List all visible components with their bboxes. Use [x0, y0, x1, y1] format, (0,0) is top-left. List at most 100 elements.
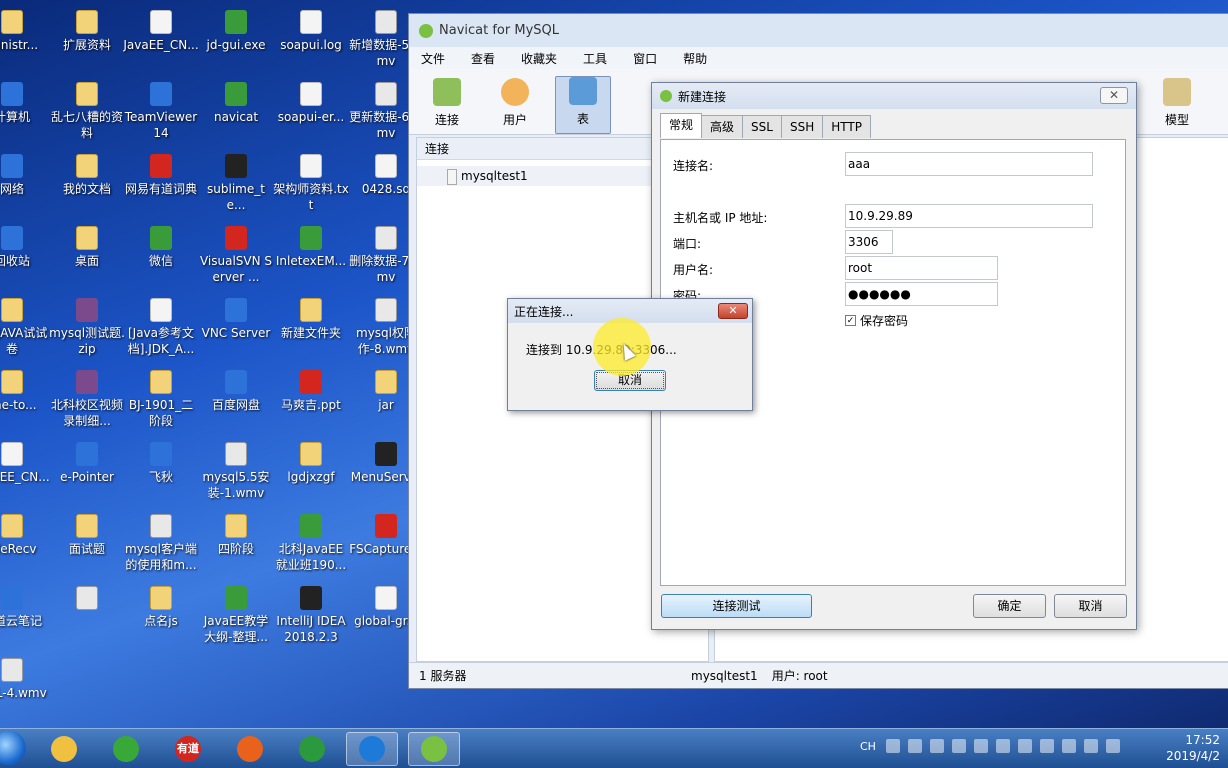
- cancel-button[interactable]: 取消: [1054, 594, 1127, 618]
- save-password-checkbox[interactable]: ✓ 保存密码: [845, 312, 908, 329]
- desktop-icon[interactable]: 点名js: [123, 580, 199, 650]
- desktop-icon[interactable]: navicat: [198, 76, 274, 146]
- start-button[interactable]: [0, 731, 26, 765]
- taskbar-app-button[interactable]: [346, 732, 398, 766]
- desktop-icon[interactable]: 四阶段: [198, 508, 274, 578]
- chevron-up-icon[interactable]: [951, 739, 966, 753]
- menu-view[interactable]: 查看: [471, 50, 495, 67]
- desktop-icon[interactable]: che-to...: [0, 364, 50, 434]
- tab-ssl[interactable]: SSL: [742, 115, 782, 138]
- desktop-icon[interactable]: JavaEE教学大纲-整理...: [198, 580, 274, 650]
- username-input[interactable]: root: [845, 256, 998, 280]
- desktop-icon[interactable]: 桌面: [49, 220, 125, 290]
- toolbar-user-button[interactable]: 用户: [487, 76, 543, 134]
- desktop-icon[interactable]: InletexEM...: [273, 220, 349, 290]
- menu-window[interactable]: 窗口: [633, 50, 657, 67]
- taskbar-app-button[interactable]: [38, 732, 90, 766]
- desktop-icon[interactable]: 网络: [0, 148, 50, 218]
- tab-http[interactable]: HTTP: [822, 115, 871, 138]
- app-tray-icon[interactable]: [1039, 739, 1054, 753]
- navicat-titlebar[interactable]: Navicat for MySQL: [409, 14, 1228, 47]
- video-icon: [76, 586, 98, 610]
- taskbar-app-button[interactable]: [286, 732, 338, 766]
- desktop-icon[interactable]: 扩展资料: [49, 4, 125, 74]
- desktop-icon[interactable]: 百度网盘: [198, 364, 274, 434]
- desktop-icon[interactable]: [49, 580, 125, 650]
- keyboard-icon[interactable]: [885, 739, 900, 753]
- app-tray-icon[interactable]: [1061, 739, 1076, 753]
- toolbar-user-label: 用户: [502, 113, 527, 127]
- desktop-icon[interactable]: FileRecv: [0, 508, 50, 578]
- connection-name-input[interactable]: aaa: [845, 152, 1093, 176]
- desktop-icon[interactable]: 北科校区视频录制细...: [49, 364, 125, 434]
- desktop-icon[interactable]: lgdjxzgf: [273, 436, 349, 506]
- menu-favorites[interactable]: 收藏夹: [521, 50, 557, 67]
- desktop-icon[interactable]: 飞秋: [123, 436, 199, 506]
- toolbar-model-button[interactable]: 模型: [1149, 76, 1205, 134]
- toolbar-table-button[interactable]: 表: [555, 76, 611, 134]
- ok-button[interactable]: 确定: [973, 594, 1046, 618]
- desktop-icon[interactable]: 微信: [123, 220, 199, 290]
- desktop-icon[interactable]: JavaEE_CN...: [0, 436, 50, 506]
- desktop-icon[interactable]: 马爽吉.ppt: [273, 364, 349, 434]
- test-connection-button[interactable]: 连接测试: [661, 594, 812, 618]
- desktop-icon[interactable]: 有道云笔记: [0, 580, 50, 650]
- desktop-icon[interactable]: IntelliJ IDEA 2018.2.3: [273, 580, 349, 650]
- menu-tools[interactable]: 工具: [583, 50, 607, 67]
- help-icon[interactable]: [907, 739, 922, 753]
- desktop-icon[interactable]: JavaEE_CN...: [123, 4, 199, 74]
- menu-help[interactable]: 帮助: [683, 50, 707, 67]
- desktop-icon[interactable]: 新建文件夹: [273, 292, 349, 362]
- taskbar-app-button[interactable]: [408, 732, 460, 766]
- desktop-icon[interactable]: mysql测试题.zip: [49, 292, 125, 362]
- close-button[interactable]: ✕: [1100, 87, 1128, 104]
- tab-advanced[interactable]: 高级: [701, 115, 744, 138]
- desktop-icon[interactable]: 01-JAVA试试卷: [0, 292, 50, 362]
- app-tray-icon[interactable]: [973, 739, 988, 753]
- desktop-icon[interactable]: 回收站: [0, 220, 50, 290]
- desktop-icon[interactable]: 乱七八糟的资料: [49, 76, 125, 146]
- desktop-icon[interactable]: ministr...: [0, 4, 50, 74]
- desktop-icon[interactable]: 计算机: [0, 76, 50, 146]
- desktop-icon[interactable]: soapui.log: [273, 4, 349, 74]
- new-connection-title: 新建连接: [678, 89, 727, 104]
- taskbar-app-button[interactable]: [224, 732, 276, 766]
- desktop-icon[interactable]: soapui-er...: [273, 76, 349, 146]
- app-tray-icon[interactable]: [1017, 739, 1032, 753]
- volume-icon[interactable]: [1083, 739, 1098, 753]
- new-connection-icon: [660, 90, 672, 102]
- red-icon: [375, 514, 397, 538]
- desktop-icon[interactable]: e-Pointer: [49, 436, 125, 506]
- port-input[interactable]: 3306: [845, 230, 893, 254]
- settings-icon[interactable]: [929, 739, 944, 753]
- taskbar-app-button[interactable]: 有道: [162, 732, 214, 766]
- network-icon[interactable]: [1105, 739, 1120, 753]
- tab-ssh[interactable]: SSH: [780, 115, 824, 138]
- desktop-icon[interactable]: mysql客户端的使用和m...: [123, 508, 199, 578]
- input-language[interactable]: CH: [860, 740, 876, 753]
- password-input[interactable]: ●●●●●●: [845, 282, 998, 306]
- desktop-icon[interactable]: 北科JavaEE就业班190...: [273, 508, 349, 578]
- host-input[interactable]: 10.9.29.89: [845, 204, 1093, 228]
- toolbar-connect-button[interactable]: 连接: [419, 76, 475, 134]
- taskbar-app-button[interactable]: [100, 732, 152, 766]
- desktop-icon[interactable]: sublime_te...: [198, 148, 274, 218]
- app-tray-icon[interactable]: [995, 739, 1010, 753]
- desktop-icon[interactable]: VNC Server: [198, 292, 274, 362]
- desktop-icon[interactable]: VisualSVN Server ...: [198, 220, 274, 290]
- desktop-icon[interactable]: 面试题: [49, 508, 125, 578]
- close-button[interactable]: ✕: [718, 303, 748, 319]
- desktop-icon[interactable]: mysql5.5安装-1.wmv: [198, 436, 274, 506]
- desktop-icon[interactable]: jd-gui.exe: [198, 4, 274, 74]
- tab-general[interactable]: 常规: [660, 113, 703, 138]
- desktop-icon[interactable]: 网易有道词典: [123, 148, 199, 218]
- new-connection-titlebar[interactable]: 新建连接: [652, 83, 1136, 109]
- desktop-icon[interactable]: DDL-4.wmv: [0, 652, 50, 722]
- desktop-icon[interactable]: BJ-1901_二阶段: [123, 364, 199, 434]
- menu-file[interactable]: 文件: [421, 50, 445, 67]
- desktop-icon[interactable]: TeamViewer 14: [123, 76, 199, 146]
- clock[interactable]: 17:52 2019/4/2: [1160, 732, 1220, 764]
- desktop-icon[interactable]: 我的文档: [49, 148, 125, 218]
- desktop-icon[interactable]: [Java参考文档].JDK_A...: [123, 292, 199, 362]
- desktop-icon[interactable]: 架构师资料.txt: [273, 148, 349, 218]
